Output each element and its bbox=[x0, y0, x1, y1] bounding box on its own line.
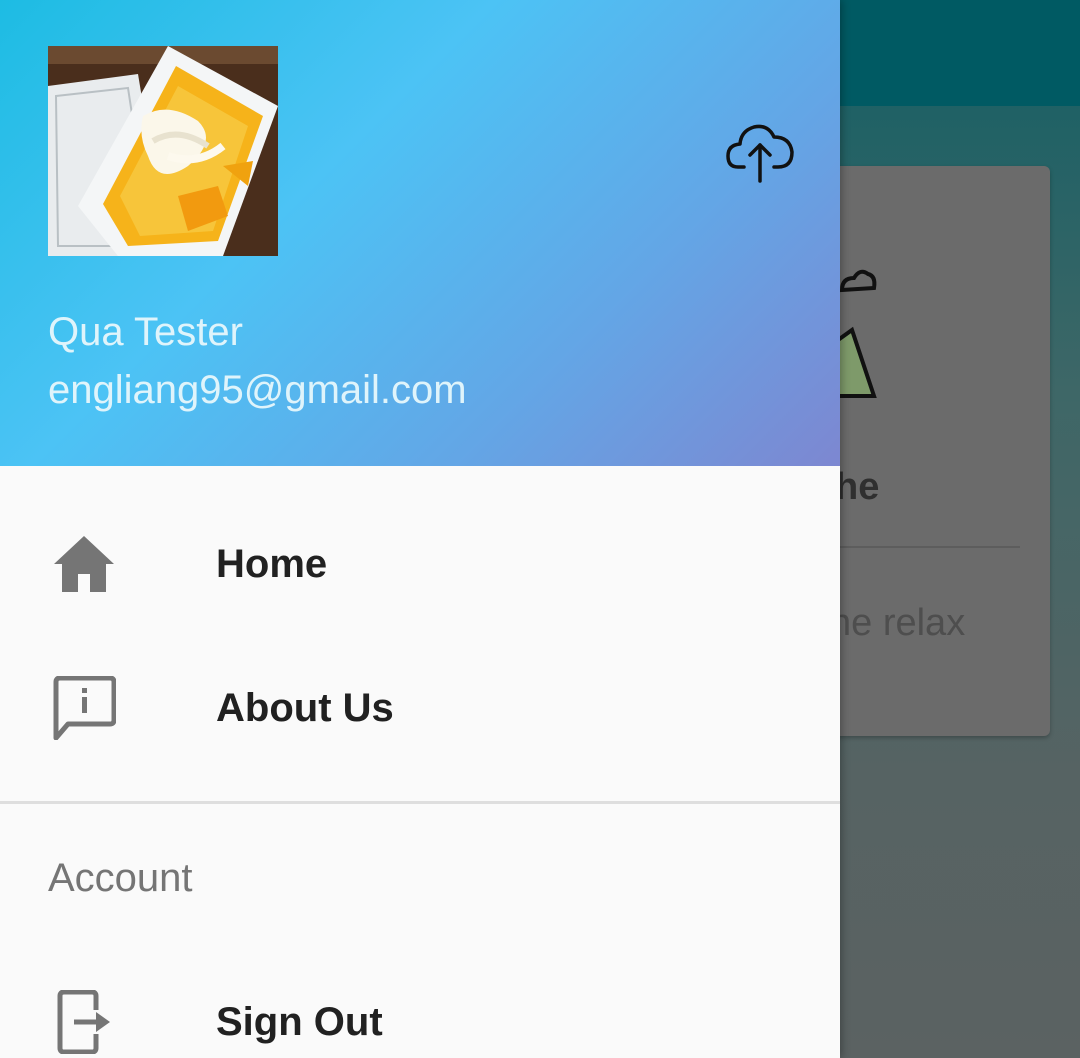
home-icon bbox=[50, 530, 118, 598]
info-message-icon bbox=[50, 674, 118, 742]
menu-item-sign-out[interactable]: Sign Out bbox=[0, 950, 840, 1058]
upload-button[interactable] bbox=[722, 116, 798, 188]
card-text: ne relax bbox=[830, 602, 966, 644]
profile-photo-icon bbox=[48, 46, 278, 256]
user-name: Qua Tester bbox=[48, 310, 243, 354]
menu-divider bbox=[0, 801, 840, 804]
menu-item-home[interactable]: Home bbox=[0, 492, 840, 636]
navigation-drawer: Qua Tester engliang95@gmail.com Home Abo… bbox=[0, 0, 840, 1058]
menu-item-about-us[interactable]: About Us bbox=[0, 636, 840, 780]
menu-item-label: Home bbox=[216, 542, 328, 586]
card-divider bbox=[840, 546, 1020, 548]
menu-item-label: Sign Out bbox=[216, 1000, 383, 1044]
drawer-header: Qua Tester engliang95@gmail.com bbox=[0, 0, 840, 466]
exit-icon bbox=[50, 988, 118, 1056]
card-title: he bbox=[835, 466, 880, 508]
account-section-header: Account bbox=[48, 856, 193, 900]
menu-item-label: About Us bbox=[216, 686, 394, 730]
cloud-upload-icon bbox=[726, 124, 794, 183]
user-email: engliang95@gmail.com bbox=[48, 368, 467, 412]
avatar[interactable] bbox=[48, 46, 278, 256]
weather-icon bbox=[836, 269, 877, 398]
